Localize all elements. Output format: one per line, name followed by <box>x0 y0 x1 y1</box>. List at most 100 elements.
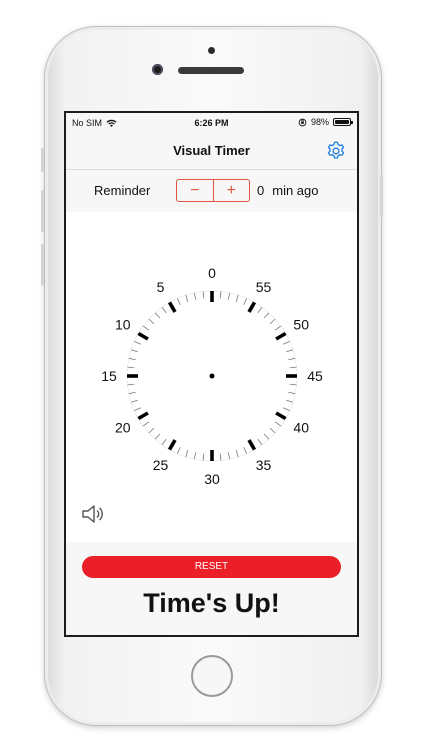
minor-tick <box>219 453 222 461</box>
minor-tick <box>274 325 282 331</box>
minor-tick <box>177 447 181 454</box>
navigation-bar: Visual Timer <box>66 133 357 170</box>
minor-tick <box>148 318 155 325</box>
minor-tick <box>283 341 290 345</box>
major-tick <box>247 301 257 313</box>
increment-button[interactable]: + <box>212 180 250 201</box>
minor-tick <box>202 291 205 299</box>
reminder-value: 0 min ago <box>257 183 318 198</box>
minor-tick <box>142 325 150 331</box>
status-bar: No SIM 6:26 PM 98% <box>66 113 357 133</box>
dial-label-30: 30 <box>204 471 220 487</box>
minor-tick <box>263 433 270 440</box>
minor-tick <box>289 383 297 386</box>
timer-dial-area: 0 5 10 15 20 25 30 35 40 45 50 55 <box>66 212 357 542</box>
timer-dial[interactable]: 0 5 10 15 20 25 30 35 40 45 50 55 <box>66 212 357 542</box>
dial-label-50: 50 <box>293 317 309 333</box>
dial-label-35: 35 <box>256 457 272 473</box>
minor-tick <box>127 366 135 369</box>
battery-level <box>335 120 349 124</box>
minor-tick <box>134 407 141 411</box>
minor-tick <box>202 453 205 461</box>
volume-up-button <box>41 190 44 232</box>
major-tick <box>247 439 257 451</box>
gear-icon[interactable] <box>325 140 347 162</box>
volume-down-button <box>41 244 44 286</box>
minor-tick <box>269 427 276 434</box>
minor-tick <box>257 438 263 446</box>
minor-tick <box>227 452 231 460</box>
minor-tick <box>161 438 167 446</box>
minor-tick <box>193 452 197 460</box>
minor-tick <box>289 366 297 369</box>
minor-tick <box>288 391 296 395</box>
minor-tick <box>193 292 197 300</box>
minor-tick <box>257 306 263 314</box>
decrement-button[interactable]: − <box>177 180 213 201</box>
dial-label-20: 20 <box>115 420 131 436</box>
reminder-stepper: − + <box>176 179 250 202</box>
earpiece-speaker <box>178 67 244 74</box>
reminder-minutes: 0 <box>257 183 265 198</box>
app-screen: No SIM 6:26 PM 98% Visual Timer Reminder… <box>64 111 359 637</box>
minor-tick <box>283 407 290 411</box>
minor-tick <box>219 291 222 299</box>
minor-tick <box>243 298 247 305</box>
battery-icon <box>333 118 353 126</box>
minor-tick <box>131 349 138 353</box>
reset-button[interactable]: RESET <box>82 556 341 578</box>
minor-tick <box>235 295 239 302</box>
major-tick <box>275 411 287 421</box>
reminder-unit: min ago <box>272 183 319 198</box>
major-tick <box>167 301 177 313</box>
front-camera <box>152 64 163 75</box>
page-title: Visual Timer <box>173 143 250 158</box>
home-button[interactable] <box>191 655 233 697</box>
minor-tick <box>269 318 276 325</box>
minor-tick <box>185 450 189 457</box>
minor-tick <box>286 399 293 403</box>
proximity-sensor <box>208 47 215 54</box>
reminder-label: Reminder <box>94 183 151 198</box>
minor-tick <box>227 292 231 300</box>
minor-tick <box>154 433 161 440</box>
dial-label-15: 15 <box>101 368 117 384</box>
minor-tick <box>177 298 181 305</box>
minor-tick <box>131 399 138 403</box>
reminder-row: Reminder − + 0 min ago <box>66 170 357 212</box>
dial-label-0: 0 <box>208 265 216 281</box>
minor-tick <box>142 421 150 427</box>
speaker-icon[interactable] <box>80 502 106 526</box>
battery-percent: 98% <box>310 117 329 127</box>
minor-tick <box>243 447 247 454</box>
dial-label-10: 10 <box>115 317 131 333</box>
minor-tick <box>148 427 155 434</box>
minor-tick <box>286 349 293 353</box>
major-tick <box>275 331 287 341</box>
minor-tick <box>134 341 141 345</box>
minor-tick <box>161 306 167 314</box>
minor-tick <box>154 312 161 319</box>
side-button <box>41 148 44 172</box>
major-tick <box>137 411 149 421</box>
major-tick <box>137 331 149 341</box>
power-button <box>380 175 383 217</box>
orientation-lock-icon <box>298 118 307 126</box>
dial-label-40: 40 <box>293 420 309 436</box>
minor-tick <box>288 357 296 361</box>
minor-tick <box>128 391 136 395</box>
status-message: Time's Up! <box>143 588 280 618</box>
dial-center <box>209 373 215 379</box>
minor-tick <box>127 383 135 386</box>
minor-tick <box>263 312 270 319</box>
dial-label-25: 25 <box>153 457 169 473</box>
minor-tick <box>128 357 136 361</box>
dial-label-45: 45 <box>307 368 323 384</box>
minor-tick <box>274 421 282 427</box>
minor-tick <box>185 295 189 302</box>
dial-label-55: 55 <box>256 279 272 295</box>
major-tick <box>167 439 177 451</box>
dial-label-5: 5 <box>157 279 165 295</box>
bottom-panel: RESET Time's Up! <box>66 542 357 635</box>
minor-tick <box>235 450 239 457</box>
